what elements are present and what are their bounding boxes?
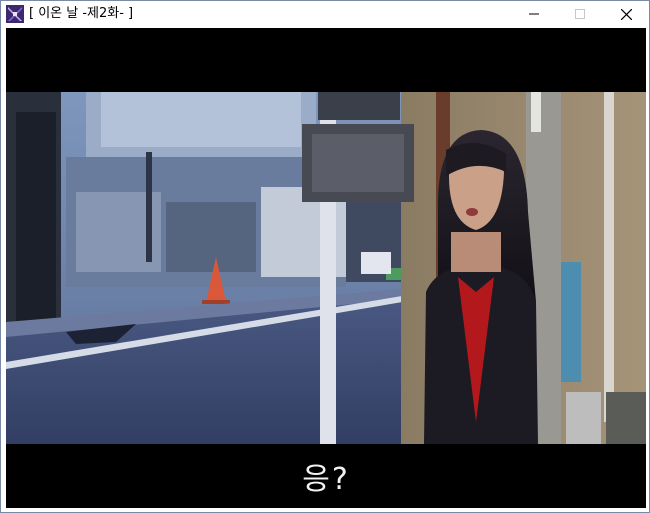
close-button[interactable]: [603, 1, 649, 27]
close-icon: [620, 8, 632, 20]
minimize-icon: [529, 13, 539, 15]
maximize-button[interactable]: [557, 1, 603, 27]
dialog-box[interactable]: 응?: [6, 444, 646, 508]
sword-app-icon: [6, 5, 24, 23]
app-window: [ 이온 날 -제2화- ] 응?: [0, 0, 650, 513]
street-scene[interactable]: [6, 92, 646, 444]
maximize-icon: [575, 9, 585, 19]
title-bar[interactable]: [ 이온 날 -제2화- ]: [1, 1, 649, 27]
dialog-text: 응?: [302, 462, 350, 497]
minimize-button[interactable]: [511, 1, 557, 27]
game-viewport[interactable]: 응?: [6, 28, 646, 508]
window-title: [ 이온 날 -제2화- ]: [29, 6, 134, 21]
